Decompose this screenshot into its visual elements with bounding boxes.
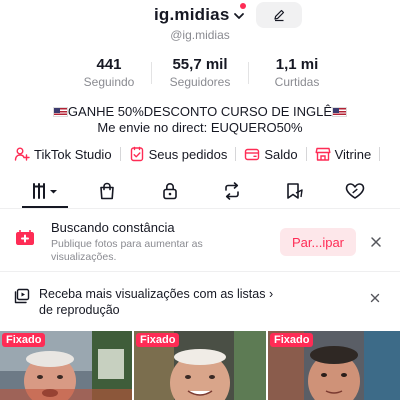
- shortcut-label: Vitrine: [334, 146, 372, 162]
- consistency-title: Buscando constância: [51, 220, 175, 235]
- stat-value: 1,1 mi: [275, 56, 319, 73]
- tab-shop[interactable]: [92, 176, 122, 206]
- account-switcher[interactable]: ig.midias: [154, 5, 245, 25]
- profile-header: ig.midias: [0, 0, 400, 30]
- consistency-banner: Buscando constância Publique fotos para …: [0, 214, 400, 270]
- playlist-banner-text: Receba mais visualizações com as listas …: [39, 287, 274, 317]
- playlist-icon: [14, 288, 30, 304]
- edit-profile-button[interactable]: [256, 2, 302, 28]
- shortcut-storefront[interactable]: Vitrine: [315, 146, 372, 162]
- shortcut-divider: [235, 147, 237, 161]
- person-plus-icon: [14, 147, 30, 161]
- profile-bio: GANHE 50%DESCONTO CURSO DE INGLÊ Me envi…: [0, 104, 400, 136]
- banner-divider: [0, 271, 400, 272]
- stat-followers[interactable]: 55,7 mil Seguidores: [155, 56, 245, 89]
- chevron-down-icon: [50, 190, 57, 194]
- consistency-description: Publique fotos para aumentar as visualiz…: [51, 238, 203, 263]
- stat-following[interactable]: 441 Seguindo: [64, 56, 154, 89]
- stat-label: Curtidas: [274, 75, 320, 89]
- pinned-badge: Fixado: [136, 333, 180, 347]
- calendar-plus-icon: [16, 230, 34, 245]
- shortcut-orders[interactable]: Seus pedidos: [129, 146, 228, 162]
- order-check-icon: [130, 146, 143, 162]
- notification-dot: [240, 3, 246, 9]
- shortcut-divider: [119, 147, 121, 161]
- shortcut-tiktok-studio[interactable]: TikTok Studio: [14, 146, 112, 162]
- shortcut-label: Seus pedidos: [148, 146, 228, 162]
- tab-videos[interactable]: [22, 176, 68, 206]
- profile-tabs: [0, 176, 400, 208]
- profile-stats: 441 Seguindo 55,7 mil Seguidores 1,1 mi …: [0, 56, 400, 90]
- tab-private[interactable]: [155, 176, 185, 206]
- participate-button[interactable]: Par...ipar: [280, 228, 356, 256]
- stat-divider: [248, 62, 249, 84]
- stat-label: Seguindo: [83, 75, 135, 89]
- video-thumbnail[interactable]: Fixado: [0, 331, 132, 400]
- wallet-icon: [245, 148, 260, 161]
- bio-line-2: Me envie no direct: EUQUERO50%: [97, 120, 303, 135]
- tab-liked[interactable]: [340, 176, 370, 206]
- stat-value: 55,7 mil: [172, 56, 228, 73]
- stat-value: 441: [96, 56, 122, 73]
- shopping-bag-icon: [100, 182, 114, 200]
- storefront-icon: [315, 147, 331, 161]
- tab-favorites[interactable]: [280, 176, 310, 206]
- chevron-down-icon: [233, 13, 244, 19]
- stat-label: Seguidores: [169, 75, 231, 89]
- profile-handle: @ig.midias: [170, 28, 230, 42]
- profile-username: ig.midias: [154, 5, 230, 24]
- tabs-divider: [0, 208, 400, 209]
- close-icon[interactable]: [368, 291, 382, 305]
- shortcut-balance[interactable]: Saldo: [244, 146, 298, 162]
- shortcut-label: TikTok Studio: [34, 146, 112, 162]
- video-thumbnail[interactable]: Fixado: [268, 331, 400, 400]
- close-icon[interactable]: [368, 234, 384, 250]
- playlist-banner[interactable]: Receba mais visualizações com as listas …: [0, 280, 400, 322]
- us-flag-icon: [52, 107, 68, 117]
- stat-divider: [151, 62, 152, 84]
- pencil-icon: [274, 9, 285, 22]
- pinned-badge: Fixado: [2, 333, 46, 347]
- shortcut-divider: [305, 147, 307, 161]
- us-flag-icon: [332, 107, 348, 117]
- profile-shortcuts: TikTok Studio Seus pedidos Saldo Vitrine: [0, 144, 400, 164]
- heart-icon: [345, 183, 365, 199]
- tab-reposts[interactable]: [217, 176, 247, 206]
- bio-line-1: GANHE 50%DESCONTO CURSO DE INGLÊ: [0, 104, 400, 120]
- grid-icon: [33, 183, 57, 199]
- stat-likes[interactable]: 1,1 mi Curtidas: [252, 56, 342, 89]
- repost-icon: [225, 182, 239, 200]
- shortcut-divider: [379, 147, 381, 161]
- pinned-badge: Fixado: [270, 333, 314, 347]
- shortcut-label: Saldo: [264, 146, 298, 162]
- bookmark-icon: [287, 183, 303, 199]
- video-thumbnail[interactable]: Fixado: [134, 331, 266, 400]
- video-grid: Fixado Fixado Fixado: [0, 331, 400, 400]
- bio-line-1-text: GANHE 50%DESCONTO CURSO DE INGLÊ: [67, 104, 333, 119]
- lock-icon: [163, 182, 177, 200]
